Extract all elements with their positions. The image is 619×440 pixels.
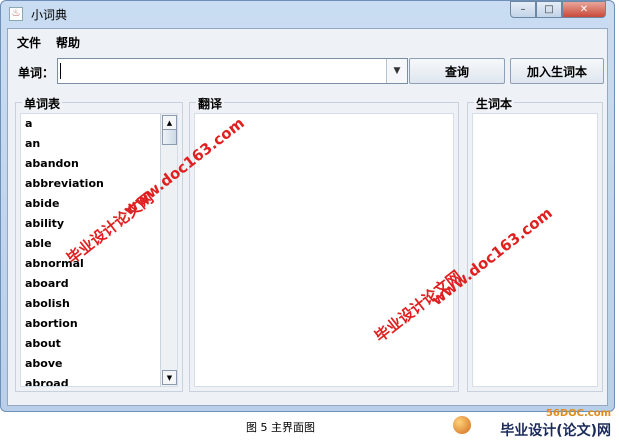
menu-bar: 文件 帮助	[8, 29, 607, 53]
word-list[interactable]: a an abandon abbreviation abide ability …	[21, 114, 166, 386]
menu-file[interactable]: 文件	[17, 34, 41, 51]
vocab-title: 生词本	[474, 95, 515, 112]
vocab-panel: 生词本	[467, 95, 603, 392]
list-item[interactable]: able	[21, 234, 166, 254]
window-title: 小词典	[31, 8, 68, 22]
chevron-down-icon[interactable]: ▼	[386, 59, 407, 83]
app-window: ♨ 小词典 – □ ✕ 文件 帮助 单词： ▼ 查询 加入生词本 单词表 a a…	[0, 0, 615, 412]
add-to-vocab-button[interactable]: 加入生词本	[510, 58, 604, 84]
minimize-button[interactable]: –	[510, 1, 536, 18]
logo-domain: 56DOC.com	[545, 408, 611, 419]
list-item[interactable]: a	[21, 114, 166, 134]
maximize-button[interactable]: □	[536, 1, 562, 18]
translation-area[interactable]	[194, 113, 454, 387]
list-item[interactable]: abortion	[21, 314, 166, 334]
list-item[interactable]: about	[21, 334, 166, 354]
menu-help[interactable]: 帮助	[56, 34, 80, 51]
list-item[interactable]: ability	[21, 214, 166, 234]
wordlist-panel: 单词表 a an abandon abbreviation abide abil…	[15, 95, 183, 392]
vocab-list[interactable]	[472, 113, 598, 387]
vertical-scrollbar[interactable]: ▲ ▼	[160, 114, 177, 386]
wordlist-box: a an abandon abbreviation abide ability …	[20, 113, 178, 387]
logo-text: 毕业设计(论文)网	[500, 423, 611, 439]
list-item[interactable]: abide	[21, 194, 166, 214]
list-item[interactable]: abnormal	[21, 254, 166, 274]
java-cup-icon: ♨	[9, 7, 23, 21]
list-item[interactable]: aboard	[21, 274, 166, 294]
list-item[interactable]: abbreviation	[21, 174, 166, 194]
footer-logo: 56DOC.com 毕业设计(论文)网	[451, 408, 613, 439]
close-button[interactable]: ✕	[562, 1, 606, 18]
list-item[interactable]: abandon	[21, 154, 166, 174]
translation-panel: 翻译	[189, 95, 459, 392]
wordlist-title: 单词表	[22, 95, 63, 112]
translation-title: 翻译	[196, 95, 225, 112]
scroll-up-arrow-icon[interactable]: ▲	[162, 115, 177, 130]
list-item[interactable]: above	[21, 354, 166, 374]
list-item[interactable]: abolish	[21, 294, 166, 314]
logo-ball-icon	[453, 416, 471, 434]
window-controls: – □ ✕	[510, 1, 606, 19]
figure-caption: 图 5 主界面图	[246, 421, 315, 434]
scroll-down-arrow-icon[interactable]: ▼	[162, 370, 177, 385]
list-item[interactable]: an	[21, 134, 166, 154]
client-area: 文件 帮助 单词： ▼ 查询 加入生词本 单词表 a an abandon ab…	[7, 28, 608, 406]
list-item[interactable]: abroad	[21, 374, 166, 386]
scroll-thumb[interactable]	[162, 129, 177, 145]
word-label: 单词：	[18, 66, 55, 80]
word-combobox[interactable]: ▼	[57, 58, 408, 84]
title-bar[interactable]: ♨ 小词典 – □ ✕	[1, 1, 614, 28]
query-button[interactable]: 查询	[409, 58, 505, 84]
text-caret	[60, 63, 61, 79]
